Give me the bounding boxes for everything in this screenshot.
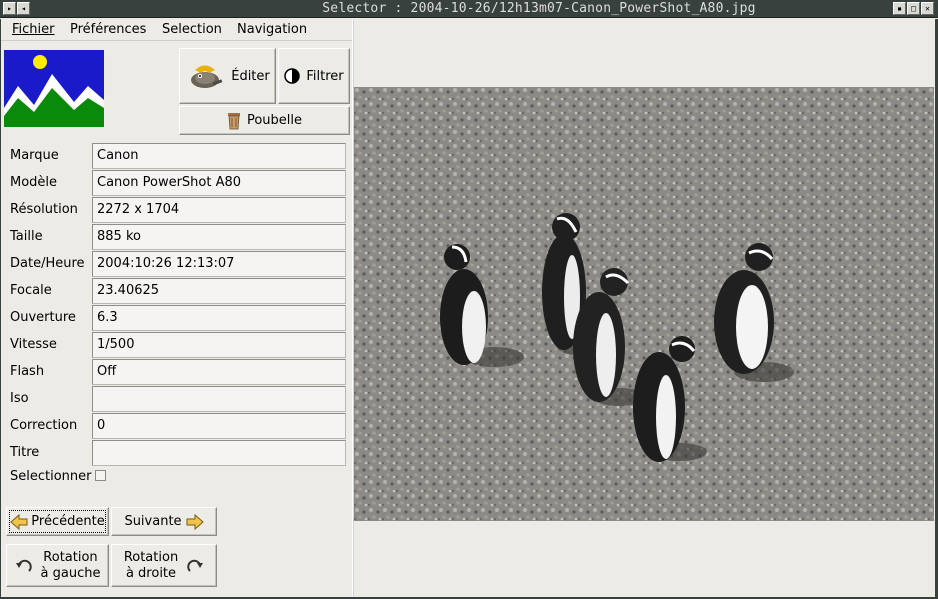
photo-view bbox=[354, 87, 934, 521]
rotate-left-button[interactable]: Rotation à gauche bbox=[6, 544, 109, 587]
exif-value-field[interactable]: 6.3 bbox=[92, 305, 346, 331]
menu-navigation[interactable]: Navigation bbox=[237, 21, 307, 39]
shade-icon[interactable]: ◂ bbox=[17, 2, 30, 15]
maximize-icon[interactable]: □ bbox=[907, 2, 920, 15]
exif-value-field[interactable]: 1/500 bbox=[92, 332, 346, 358]
exif-label: Résolution bbox=[10, 202, 78, 217]
previous-label: Précédente bbox=[31, 514, 105, 529]
trash-icon bbox=[227, 112, 240, 129]
menubar: Fichier Préférences Selection Navigation bbox=[0, 19, 352, 41]
app-logo bbox=[4, 50, 104, 127]
exif-label: Modèle bbox=[10, 175, 58, 190]
gimp-icon bbox=[191, 65, 223, 88]
exif-value-field[interactable] bbox=[92, 440, 346, 466]
exif-value-field[interactable]: Off bbox=[92, 359, 346, 385]
edit-label: Éditer bbox=[231, 68, 270, 84]
close-icon[interactable]: ✕ bbox=[921, 2, 934, 15]
rotate-right-line2: à droite bbox=[125, 565, 177, 581]
next-label: Suivante bbox=[124, 514, 182, 529]
window-border-left bbox=[0, 19, 1, 599]
exif-label: Taille bbox=[10, 229, 43, 244]
exif-label: Iso bbox=[10, 391, 29, 406]
window-menu-icon[interactable]: ▸ bbox=[3, 2, 16, 15]
select-label: Selectionner bbox=[10, 469, 92, 484]
window-titlebar: ▸ ◂ Selector : 2004-10-26/12h13m07-Canon… bbox=[0, 0, 938, 18]
arrow-left-icon bbox=[10, 513, 28, 530]
exif-value-field[interactable]: Canon PowerShot A80 bbox=[92, 170, 346, 196]
menu-file[interactable]: Fichier bbox=[12, 21, 55, 39]
exif-label: Vitesse bbox=[10, 337, 57, 352]
exif-value-field[interactable]: 885 ko bbox=[92, 224, 346, 250]
exif-label: Ouverture bbox=[10, 310, 76, 325]
exif-value-field[interactable] bbox=[92, 386, 346, 412]
minimize-icon[interactable]: ▪ bbox=[893, 2, 906, 15]
filter-label: Filtrer bbox=[306, 68, 344, 84]
exif-value-field[interactable]: 2272 x 1704 bbox=[92, 197, 346, 223]
exif-value-field[interactable]: 23.40625 bbox=[92, 278, 346, 304]
exif-label: Titre bbox=[10, 445, 40, 460]
rotate-right-button[interactable]: Rotation à droite bbox=[111, 544, 217, 587]
rotate-left-icon bbox=[15, 559, 32, 572]
exif-label: Date/Heure bbox=[10, 256, 85, 271]
select-checkbox[interactable] bbox=[95, 470, 106, 481]
exif-value-field[interactable]: 2004:10:26 12:13:07 bbox=[92, 251, 346, 277]
exif-label: Marque bbox=[10, 148, 59, 163]
menu-preferences[interactable]: Préférences bbox=[70, 21, 146, 39]
previous-button[interactable]: Précédente bbox=[6, 507, 109, 536]
penguins-photo bbox=[354, 87, 934, 521]
exif-label: Correction bbox=[10, 418, 78, 433]
rotate-left-line1: Rotation bbox=[43, 549, 98, 565]
window-title: Selector : 2004-10-26/12h13m07-Canon_Pow… bbox=[322, 1, 756, 16]
next-button[interactable]: Suivante bbox=[111, 507, 217, 536]
exif-value-field[interactable]: Canon bbox=[92, 143, 346, 169]
edit-button[interactable]: Éditer bbox=[179, 48, 276, 104]
exif-label: Focale bbox=[10, 283, 52, 298]
contrast-icon bbox=[284, 68, 301, 84]
mountain-logo-icon bbox=[4, 50, 104, 127]
rotate-left-line2: à gauche bbox=[40, 565, 101, 581]
rotate-right-line1: Rotation bbox=[123, 549, 179, 565]
arrow-right-icon bbox=[186, 513, 204, 530]
trash-button[interactable]: Poubelle bbox=[179, 106, 350, 135]
exif-label: Flash bbox=[10, 364, 45, 379]
exif-value-field[interactable]: 0 bbox=[92, 413, 346, 439]
menu-selection[interactable]: Selection bbox=[162, 21, 222, 39]
rotate-right-icon bbox=[187, 559, 204, 572]
trash-label: Poubelle bbox=[246, 113, 303, 128]
filter-button[interactable]: Filtrer bbox=[278, 48, 350, 104]
